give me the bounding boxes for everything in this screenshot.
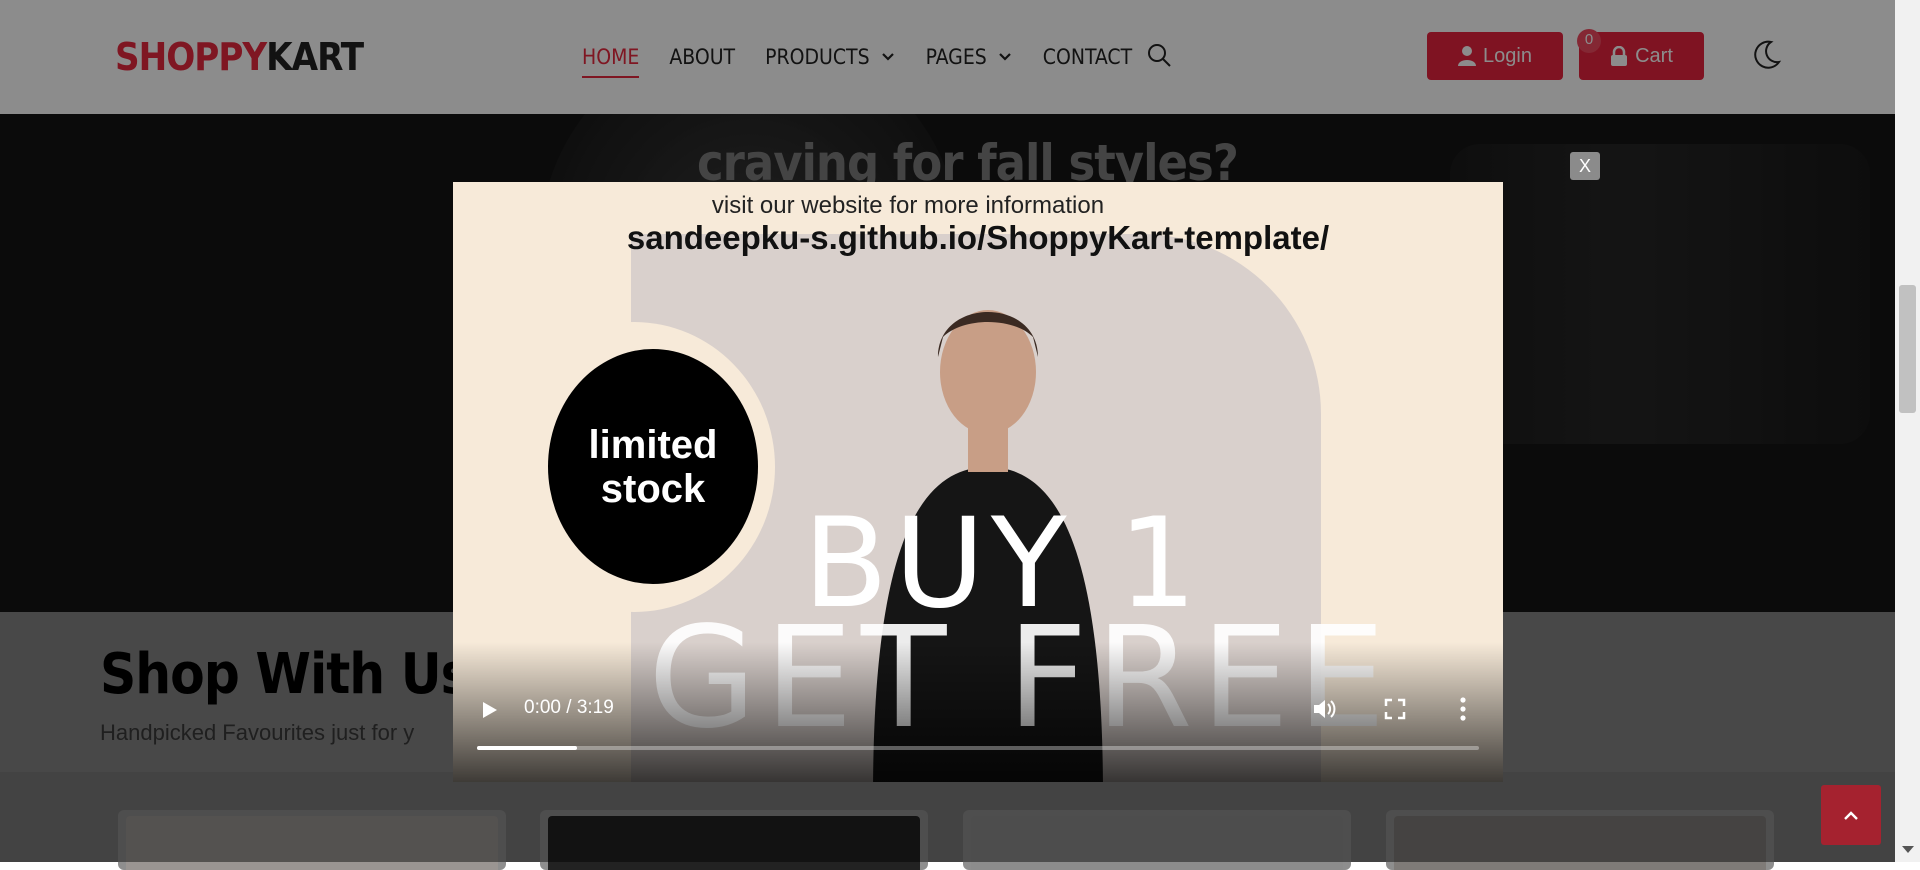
- play-icon[interactable]: [481, 700, 499, 720]
- promo-video[interactable]: visit our website for more information s…: [453, 182, 1503, 782]
- video-time: 0:00 / 3:19: [524, 697, 614, 718]
- back-to-top-button[interactable]: [1821, 785, 1881, 845]
- video-buffer-fill: [477, 746, 578, 750]
- limited-stock-badge: limited stock: [548, 349, 758, 584]
- fullscreen-icon[interactable]: [1384, 698, 1406, 720]
- more-options-icon[interactable]: [1459, 696, 1467, 722]
- badge-line1: limited: [588, 422, 718, 467]
- chevron-up-icon: [1844, 811, 1858, 820]
- close-button[interactable]: X: [1570, 152, 1600, 180]
- volume-icon[interactable]: [1311, 696, 1337, 722]
- video-progress-bar[interactable]: [477, 746, 1479, 750]
- video-url-text: sandeepku-s.github.io/ShoppyKart-templat…: [626, 219, 1330, 256]
- video-info-text: visit our website for more information: [711, 192, 1105, 219]
- badge-line2: stock: [600, 466, 706, 511]
- scrollbar-thumb[interactable]: [1899, 285, 1916, 413]
- page-scrollbar[interactable]: [1895, 0, 1920, 862]
- scroll-down-arrow-icon[interactable]: [1902, 846, 1914, 853]
